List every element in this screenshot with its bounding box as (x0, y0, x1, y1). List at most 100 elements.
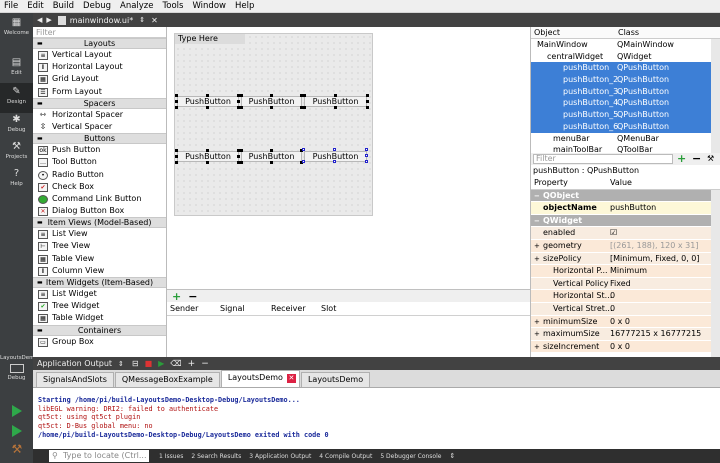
mode-debug[interactable]: ✱ Debug (0, 111, 33, 141)
col-value[interactable]: Value (610, 177, 632, 190)
widget-table-widget[interactable]: ▦ Table Widget (33, 312, 166, 324)
property-value[interactable]: Minimum (610, 265, 647, 278)
property-row[interactable]: objectName pushButton (531, 202, 720, 215)
widgetbox-filter[interactable]: Filter (33, 27, 166, 38)
object-tree-row[interactable]: pushButton_5 QPushButton (531, 109, 720, 121)
pane-search-results[interactable]: 2 Search Results (191, 453, 241, 460)
clear-icon[interactable]: ⌫ (170, 359, 181, 368)
property-value[interactable]: 0 (610, 303, 615, 316)
col-slot[interactable]: Slot (321, 304, 336, 313)
menu-file[interactable]: File (4, 1, 18, 11)
selection-handle[interactable] (175, 94, 178, 97)
selection-handle[interactable] (270, 161, 273, 164)
editor-filename[interactable]: mainwindow.ui* (70, 16, 133, 25)
widget-tree-view[interactable]: ⊢ Tree View (33, 240, 166, 252)
property-row[interactable]: Vertical Policy Fixed (531, 277, 720, 291)
menu-help[interactable]: Help (235, 1, 254, 11)
primary-selection-handle[interactable] (302, 160, 305, 163)
zoom-in-icon[interactable]: + (188, 359, 196, 369)
object-tree-row[interactable]: pushButton_6 QPushButton (531, 120, 720, 133)
widget-radio-button[interactable]: • Radio Button (33, 169, 166, 181)
nav-forward-icon[interactable]: ▶ (46, 16, 51, 24)
object-tree-row[interactable]: MainWindow QMainWindow (531, 39, 720, 51)
property-value[interactable]: ☑ (610, 227, 617, 240)
object-tree-row[interactable]: centralWidget QWidget (531, 51, 720, 63)
widget-table-view[interactable]: ▦ Table View (33, 253, 166, 265)
widget-list-widget[interactable]: ≡ List Widget (33, 288, 166, 300)
property-row[interactable]: Vertical Stret... 0 (531, 302, 720, 316)
property-row[interactable]: + sizeIncrement 0 x 0 (531, 340, 720, 354)
primary-selection-handle[interactable] (302, 148, 305, 151)
pane-compile-output[interactable]: 4 Compile Output (319, 453, 372, 460)
property-filter-input[interactable]: Filter (533, 154, 673, 164)
attach-icon[interactable]: ⊟ (132, 359, 139, 368)
property-group-header[interactable]: − QWidget (531, 214, 720, 228)
add-connection-button[interactable]: + (172, 290, 181, 303)
object-tree-row[interactable]: pushButton QPushButton (531, 62, 720, 75)
property-row[interactable]: Horizontal St... 0 (531, 290, 720, 303)
col-signal[interactable]: Signal (220, 304, 245, 313)
chevron-up-down-icon[interactable]: ⇕ (449, 452, 455, 460)
col-class[interactable]: Class (618, 28, 639, 37)
selection-handle[interactable] (206, 161, 209, 164)
tab-signals-and-slots[interactable]: SignalsAndSlots (36, 372, 114, 387)
selection-handle[interactable] (303, 106, 306, 109)
primary-selection-handle[interactable] (365, 160, 368, 163)
widget-list-view[interactable]: ≡ List View (33, 228, 166, 240)
menu-debug[interactable]: Debug (83, 1, 111, 11)
stop-icon[interactable]: ■ (145, 359, 153, 368)
property-row[interactable]: + sizePolicy [Minimum, Fixed, 0, 0] (531, 252, 720, 266)
nav-back-icon[interactable]: ◀ (37, 16, 42, 24)
widget-dialog-button-box[interactable]: ✕ Dialog Button Box (33, 205, 166, 217)
col-object[interactable]: Object (534, 28, 560, 37)
add-dynamic-property-button[interactable]: + (677, 152, 686, 165)
locator-input[interactable]: ⚲ Type to locate (Ctrl... (49, 450, 149, 462)
property-group-header[interactable]: − QObject (531, 189, 720, 203)
pane-issues[interactable]: 1 Issues (159, 453, 183, 460)
mode-projects[interactable]: ⚒ Projects (0, 138, 33, 168)
category-containers[interactable]: ▬ Containers (33, 324, 166, 336)
primary-selection-handle[interactable] (333, 148, 336, 151)
selection-handle[interactable] (237, 100, 240, 103)
remove-dynamic-property-button[interactable]: − (692, 152, 701, 165)
selection-handle[interactable] (175, 155, 178, 158)
widget-tree-widget[interactable]: ✔ Tree Widget (33, 300, 166, 312)
widget-column-view[interactable]: ⦀ Column View (33, 265, 166, 277)
widget-horizontal-spacer[interactable]: ⇿ Horizontal Spacer (33, 109, 166, 121)
primary-selection-handle[interactable] (365, 154, 368, 157)
selection-handle[interactable] (175, 106, 178, 109)
form-menu-type-here[interactable]: Type Here (175, 34, 245, 44)
mode-welcome[interactable]: ▦ Welcome (0, 14, 33, 44)
target-selector[interactable]: LayoutsDemo Debug (0, 353, 38, 389)
selection-handle[interactable] (240, 149, 243, 152)
selection-handle[interactable] (334, 94, 337, 97)
mode-design[interactable]: ✎ Design (0, 83, 33, 113)
menu-window[interactable]: Window (192, 1, 226, 11)
category-spacers[interactable]: ▬ Spacers (33, 97, 166, 109)
chevron-down-icon[interactable]: ⇕ (118, 360, 124, 368)
primary-selection-handle[interactable] (333, 160, 336, 163)
property-row[interactable]: + maximumSize 16777215 x 16777215 (531, 328, 720, 341)
selection-handle[interactable] (237, 155, 240, 158)
col-receiver[interactable]: Receiver (271, 304, 306, 313)
pane-application-output[interactable]: 3 Application Output (249, 453, 311, 460)
widget-group-box[interactable]: ▭ Group Box (33, 336, 166, 348)
property-value[interactable]: [(261, 188), 120 x 31] (610, 240, 698, 253)
property-row[interactable]: + minimumSize 0 x 0 (531, 315, 720, 329)
application-output-text[interactable]: Starting /home/pi/build-LayoutsDemo-Desk… (33, 388, 720, 449)
pane-debugger-console[interactable]: 5 Debugger Console (380, 453, 441, 460)
selection-handle[interactable] (366, 100, 369, 103)
category-layouts[interactable]: ▬ Layouts (33, 38, 166, 49)
close-icon[interactable]: ✕ (151, 16, 158, 25)
build-button[interactable]: ⚒ (0, 441, 33, 461)
selection-handle[interactable] (175, 149, 178, 152)
selection-handle[interactable] (240, 94, 243, 97)
run-button[interactable] (0, 401, 33, 421)
selection-handle[interactable] (240, 106, 243, 109)
property-value[interactable]: 16777215 x 16777215 (610, 328, 701, 341)
category-item-widgets[interactable]: ▬ Item Widgets (Item-Based) (33, 277, 166, 288)
category-buttons[interactable]: ▬ Buttons (33, 133, 166, 145)
zoom-out-icon[interactable]: − (201, 359, 209, 369)
selection-handle[interactable] (270, 94, 273, 97)
object-inspector-scrollbar[interactable] (711, 39, 720, 153)
